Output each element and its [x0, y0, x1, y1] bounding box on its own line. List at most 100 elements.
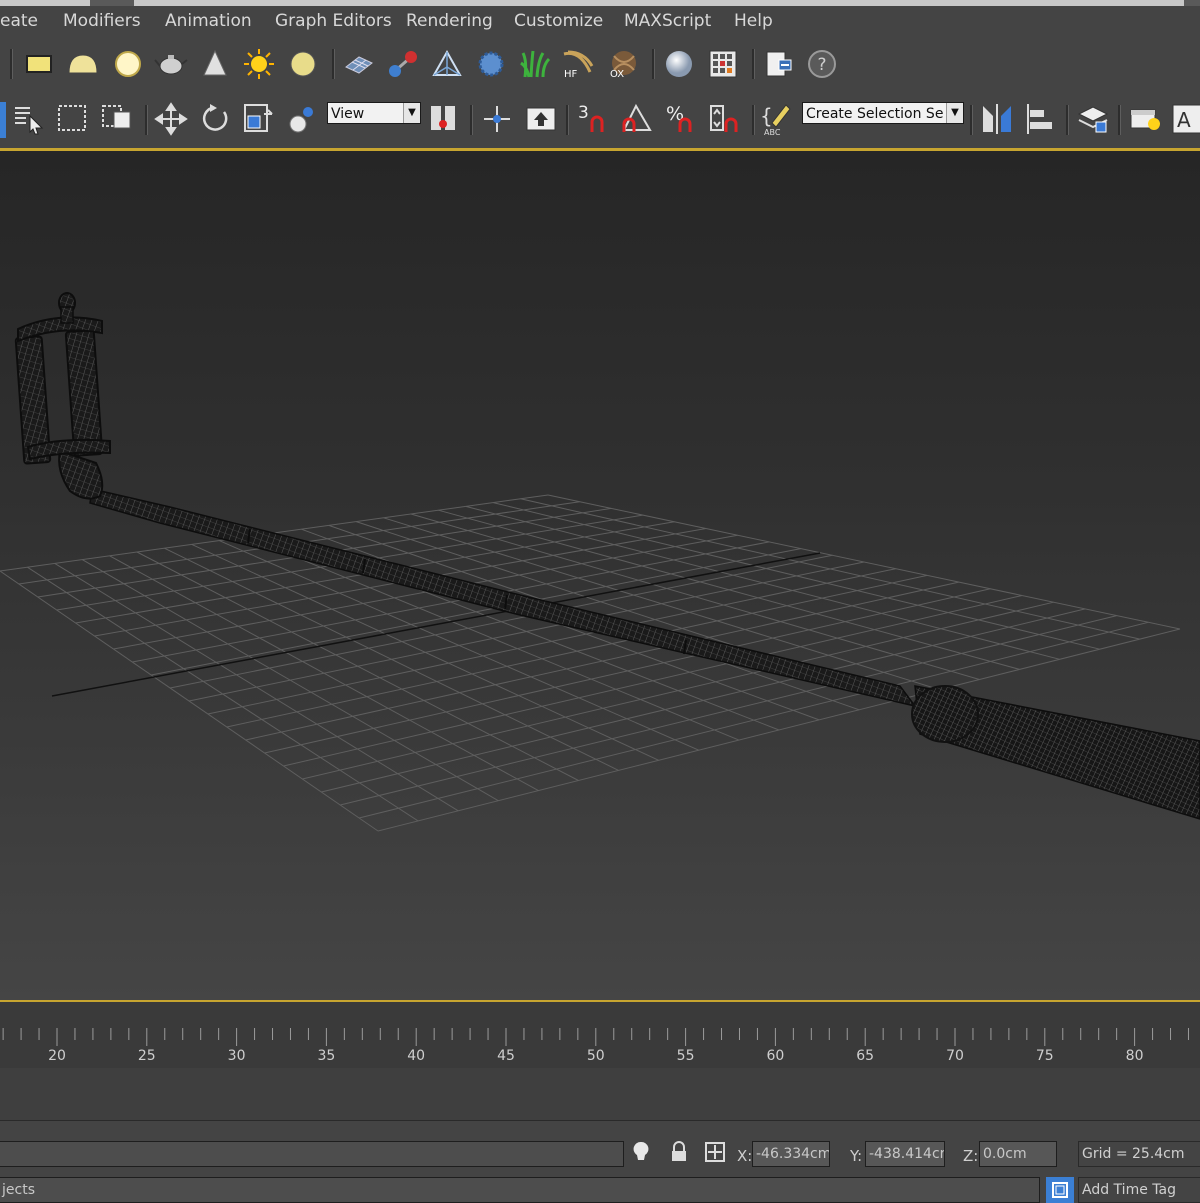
plane-icon[interactable]	[22, 47, 56, 81]
pivot-center-icon[interactable]	[428, 102, 462, 136]
window-crossing-icon[interactable]	[100, 102, 134, 136]
scene-explorer-icon[interactable]	[1128, 102, 1162, 136]
svg-text:A: A	[1177, 108, 1191, 132]
edit-named-selection-icon[interactable]: {ABC	[760, 102, 794, 137]
menu-bar: eate Modifiers Animation Graph Editors R…	[0, 6, 1200, 36]
time-tick-label: 75	[1035, 1048, 1054, 1064]
spinner-snap-icon[interactable]	[708, 102, 742, 136]
isolate-selection-icon[interactable]	[626, 1137, 656, 1167]
toolbar-separator	[566, 105, 569, 135]
x-label: X:	[737, 1147, 753, 1165]
menu-customize[interactable]: Customize	[514, 11, 603, 31]
help-icon[interactable]: ?	[805, 47, 839, 81]
time-tick-label: 60	[766, 1048, 785, 1064]
toolbar-separator	[145, 105, 148, 135]
scale-icon[interactable]	[242, 102, 276, 136]
home-grid	[0, 494, 1181, 832]
time-tick-label: 25	[137, 1048, 156, 1064]
y-coordinate-field[interactable]: -438.414cr	[865, 1141, 945, 1167]
toolbar-separator	[970, 105, 973, 135]
cone-icon[interactable]	[198, 47, 232, 81]
gear-sphere-icon[interactable]	[474, 47, 508, 81]
select-by-name-icon[interactable]	[12, 102, 46, 136]
select-manipulate-icon[interactable]	[480, 102, 514, 136]
toolbar-separator	[470, 105, 473, 135]
region-select-icon[interactable]	[56, 102, 90, 136]
menu-graph-editors[interactable]: Graph Editors	[275, 11, 392, 31]
hair-icon[interactable]: HF	[560, 47, 594, 81]
time-ruler-ticks	[2, 1028, 1189, 1046]
time-tick-label: 70	[946, 1048, 964, 1064]
bone-icon[interactable]	[386, 47, 420, 81]
select-place-icon[interactable]	[286, 102, 320, 136]
grass-icon[interactable]	[518, 47, 552, 81]
move-icon[interactable]	[154, 102, 188, 136]
dome-icon[interactable]	[66, 47, 100, 81]
svg-text:{: {	[760, 104, 773, 128]
menu-help[interactable]: Help	[734, 11, 773, 31]
toolbar-separator	[332, 49, 335, 79]
pyramid-icon[interactable]	[430, 47, 464, 81]
sun-icon[interactable]	[242, 47, 276, 81]
toolbar-separator	[10, 49, 13, 79]
ornatrix-icon[interactable]: OX	[606, 47, 640, 81]
time-tick-label: 65	[856, 1048, 875, 1064]
render-setup-icon[interactable]	[762, 47, 796, 81]
time-tick-label: 40	[407, 1048, 426, 1064]
menu-animation[interactable]: Animation	[165, 11, 252, 31]
snap-label: 3	[578, 103, 589, 123]
abc-label: ABC	[764, 128, 781, 137]
absolute-mode-icon[interactable]	[700, 1137, 730, 1167]
menu-rendering[interactable]: Rendering	[406, 11, 493, 31]
perspective-viewport[interactable]	[0, 148, 1200, 1002]
toolbar-separator	[1066, 105, 1069, 135]
time-tick-label: 30	[227, 1048, 246, 1064]
menu-modifiers[interactable]: Modifiers	[63, 11, 141, 31]
align-icon[interactable]	[1024, 102, 1058, 136]
sphere-light-icon[interactable]	[111, 47, 145, 81]
y-label: Y:	[850, 1147, 863, 1165]
layer-manager-icon[interactable]	[1076, 102, 1110, 136]
ox-label: OX	[610, 69, 624, 80]
select-object-button-active[interactable]	[0, 102, 6, 138]
add-time-tag-button[interactable]: Add Time Tag	[1078, 1177, 1200, 1203]
toolbar-separator	[1118, 105, 1121, 135]
teapot-icon[interactable]	[154, 47, 188, 81]
z-coordinate-field[interactable]: 0.0cm	[979, 1141, 1057, 1167]
named-selection-dropdown[interactable]: Create Selection Se ▼	[802, 102, 964, 124]
chevron-down-icon: ▼	[403, 103, 420, 123]
toolbar-separator	[752, 105, 755, 135]
viewport-config-icon[interactable]	[1046, 1177, 1074, 1203]
track-bar[interactable]	[0, 1068, 1200, 1120]
text-tool-icon[interactable]: A	[1170, 102, 1200, 136]
prompt-line: jects	[0, 1177, 1040, 1203]
snap-toggle-icon[interactable]: 3	[576, 102, 610, 136]
mirror-icon[interactable]	[980, 102, 1014, 136]
menu-create[interactable]: eate	[0, 11, 38, 31]
mesh-icon[interactable]	[342, 47, 376, 81]
reference-coordinate-value: View	[331, 106, 365, 122]
menu-maxscript[interactable]: MAXScript	[624, 11, 711, 31]
angle-snap-icon[interactable]	[620, 102, 654, 136]
svg-text:?: ?	[817, 55, 826, 75]
time-tick-label: 50	[586, 1048, 605, 1064]
rotate-icon[interactable]	[198, 102, 232, 136]
keyboard-shortcut-icon[interactable]	[524, 102, 558, 136]
chevron-down-icon: ▼	[946, 103, 963, 123]
time-ruler[interactable]: 20 25 30 35 40 45 50 55 60 65 70 75 80	[0, 1002, 1200, 1069]
object-toolbar: HF OX ?	[0, 36, 1200, 92]
status-bar: X: -46.334cm Y: -438.414cr Z: 0.0cm Grid…	[0, 1120, 1200, 1203]
main-toolbar: View ▼ 3 % {ABC Create Selection Se ▼ A	[0, 92, 1200, 148]
lock-icon[interactable]	[664, 1137, 694, 1167]
material-editor-icon[interactable]	[706, 47, 740, 81]
reference-coordinate-dropdown[interactable]: View ▼	[327, 102, 421, 124]
time-tick-label: 55	[676, 1048, 695, 1064]
toolbar-separator	[652, 49, 655, 79]
material-ball-icon[interactable]	[662, 47, 696, 81]
time-tick-label: 20	[48, 1048, 66, 1064]
z-label: Z:	[963, 1147, 979, 1165]
x-coordinate-field[interactable]: -46.334cm	[752, 1141, 830, 1167]
maxscript-listener[interactable]	[0, 1141, 624, 1167]
sphere-icon[interactable]	[286, 47, 320, 81]
percent-snap-icon[interactable]: %	[664, 102, 698, 136]
